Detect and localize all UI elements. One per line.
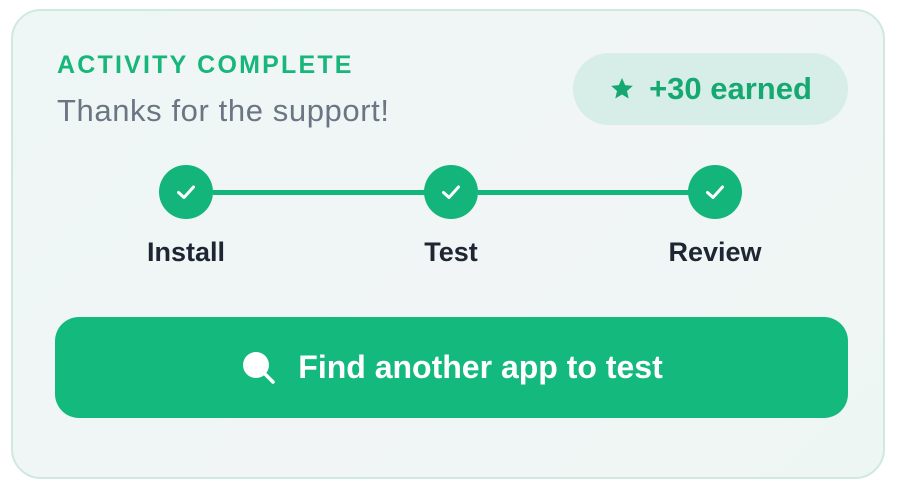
step-connector — [213, 190, 425, 195]
checkmark-icon — [706, 185, 724, 199]
find-another-app-button[interactable]: Find another app to test — [55, 317, 848, 418]
checkmark-icon — [442, 185, 460, 199]
activity-complete-card: ACTIVITY COMPLETE Thanks for the support… — [11, 9, 885, 479]
search-icon — [243, 351, 276, 384]
checkmark-icon — [177, 185, 195, 199]
step-connector — [478, 190, 690, 195]
step-review-label: Review — [668, 237, 762, 267]
progress-stepper: Install Test Review — [13, 11, 887, 311]
step-review-marker — [688, 165, 742, 219]
step-test-marker — [424, 165, 478, 219]
find-another-app-label: Find another app to test — [298, 349, 663, 385]
step-test-label: Test — [424, 237, 478, 267]
step-install-marker — [159, 165, 213, 219]
step-install-label: Install — [146, 237, 226, 267]
